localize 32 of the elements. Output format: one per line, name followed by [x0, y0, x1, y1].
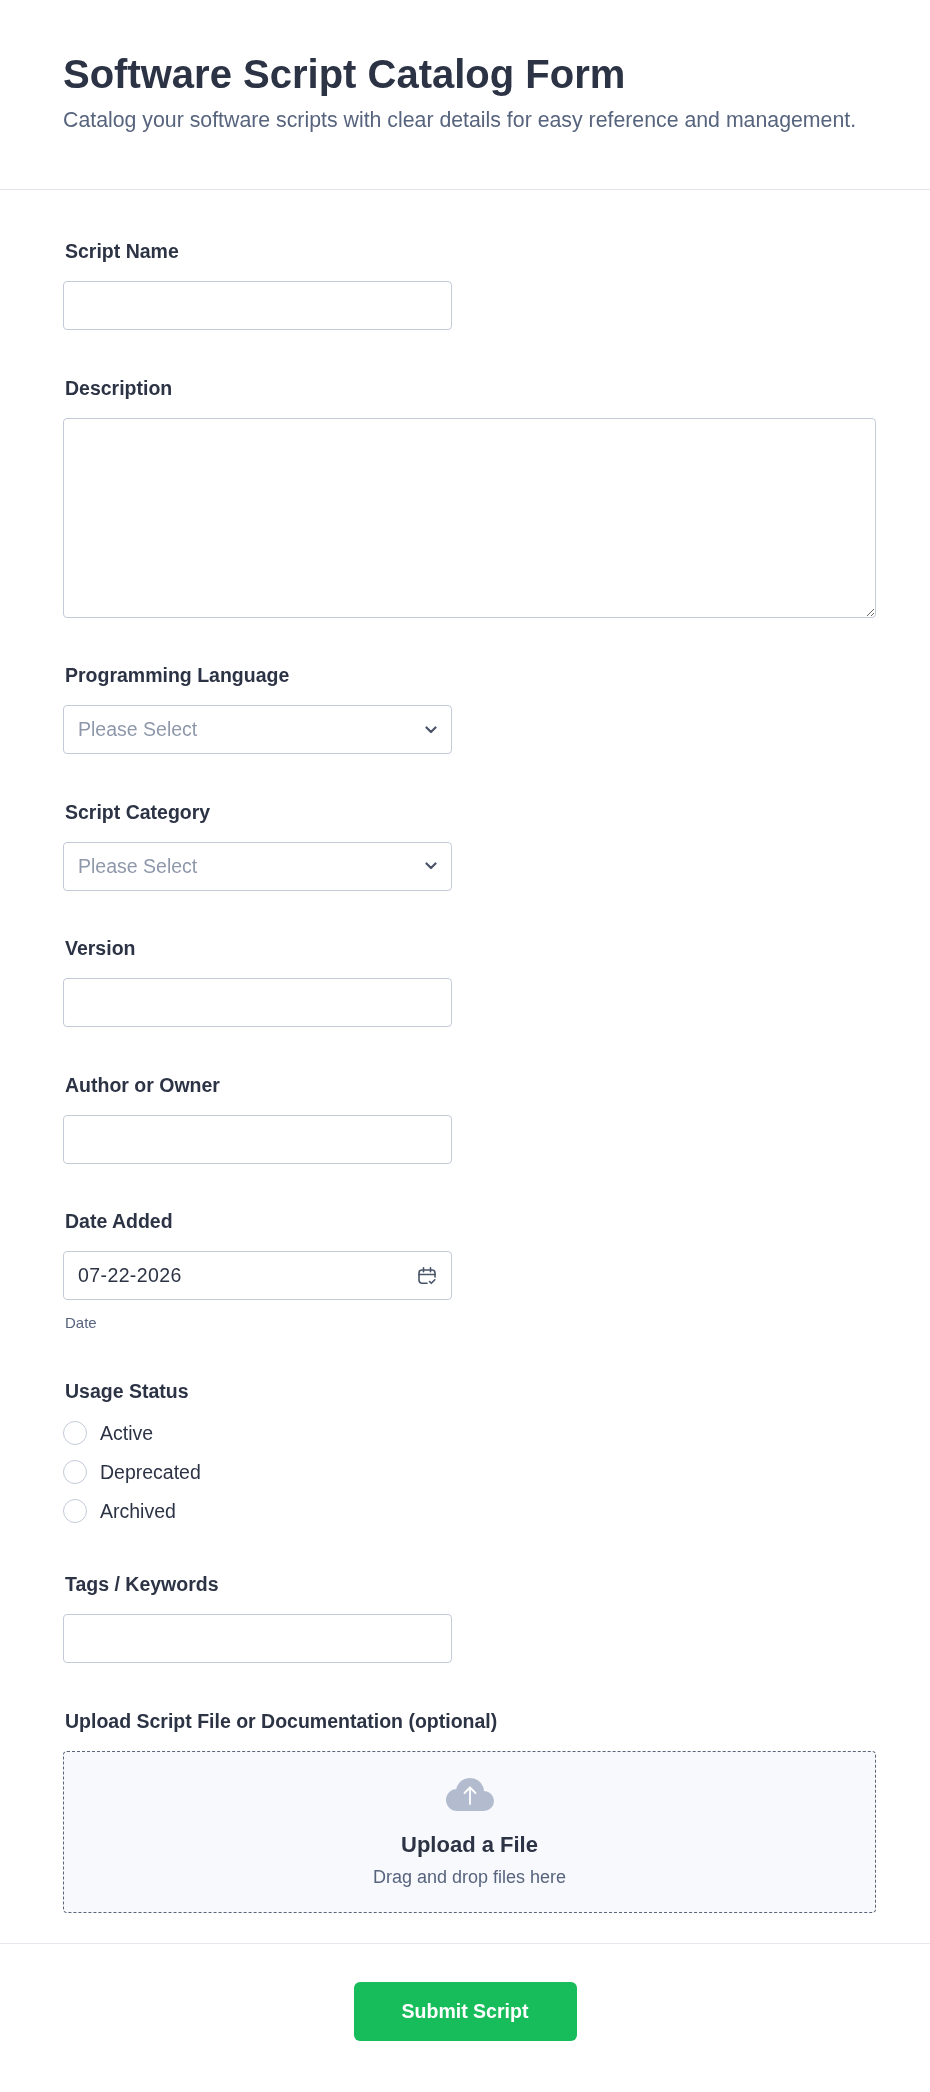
text-area[interactable]: [63, 417, 876, 618]
file-drop-zone[interactable]: Upload a File Drag and drop files here: [63, 1750, 876, 1913]
field-label: Programming Language: [64, 663, 290, 687]
radio-label[interactable]: Archived: [100, 1498, 176, 1523]
radio-button[interactable]: [63, 1420, 87, 1445]
text-input[interactable]: [63, 978, 452, 1027]
chevron-down-icon: [425, 725, 437, 734]
radio-label[interactable]: Deprecated: [100, 1459, 201, 1484]
field-label: Tags / Keywords: [64, 1572, 219, 1596]
field-label: Script Category: [64, 799, 211, 824]
text-input[interactable]: [63, 1114, 452, 1164]
field-label: Upload Script File or Documentation (optional): [64, 1708, 498, 1733]
calendar-icon: [418, 1266, 436, 1285]
radio-button[interactable]: [63, 1498, 87, 1523]
cloud-upload-icon: [445, 1777, 494, 1811]
radio-label[interactable]: Active: [100, 1420, 154, 1445]
form-title: Software Script Catalog Form: [63, 52, 627, 96]
field-label: Script Name: [64, 239, 179, 263]
date-field[interactable]: 07-22-2026: [63, 1251, 452, 1300]
text-input[interactable]: [63, 1614, 452, 1663]
field-label: Author or Owner: [64, 1072, 220, 1097]
upload-title: Upload a File: [401, 1830, 538, 1859]
field-label: Description: [64, 375, 173, 400]
radio-button[interactable]: [63, 1459, 87, 1484]
field-label: Version: [64, 936, 136, 960]
date-sublabel: Date: [64, 1313, 97, 1333]
text-input[interactable]: [63, 281, 452, 330]
form-subtitle: Catalog your software scripts with clear details for easy reference and management.: [63, 107, 858, 133]
field-label: Usage Status: [64, 1378, 189, 1403]
chevron-down-icon: [425, 862, 437, 870]
field-label: Date Added: [64, 1209, 173, 1233]
upload-hint: Drag and drop files here: [372, 1865, 567, 1889]
